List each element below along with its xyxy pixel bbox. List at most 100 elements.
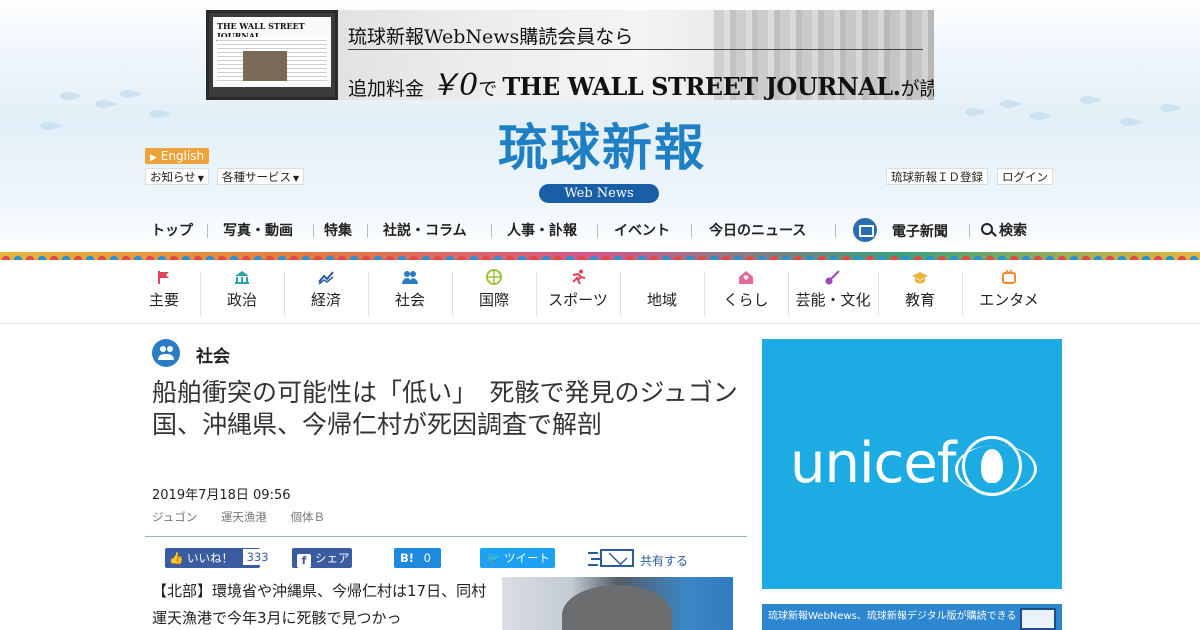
hatena-count: 0 bbox=[423, 551, 431, 565]
graduation-cap-icon bbox=[912, 272, 928, 284]
register-id-button[interactable]: 琉球新報ＩＤ登録 bbox=[886, 168, 988, 185]
tv-icon bbox=[1002, 269, 1016, 284]
article-headline: 船舶衝突の可能性は「低い」 死骸で発見のジュゴン 国、沖縄県、今帰仁村が死因調査… bbox=[152, 378, 763, 439]
category-item[interactable]: 政治 bbox=[200, 260, 284, 324]
article-date: 2019年7月18日 09:56 bbox=[152, 488, 291, 503]
search-icon bbox=[981, 223, 993, 235]
nav-item-editorials[interactable]: 社説・コラム bbox=[383, 220, 467, 240]
flag-icon bbox=[158, 271, 169, 284]
notices-dropdown[interactable]: お知らせ ▼ bbox=[145, 168, 209, 185]
category-bar: 主要 政治 経済 社会 国際 スポーツ 地域 くらし 芸能・文化 教育 エンタメ bbox=[0, 260, 1200, 324]
category-item[interactable]: 経済 bbox=[284, 260, 368, 324]
tag-link[interactable]: 個体Ｂ bbox=[291, 510, 326, 524]
facebook-share-button[interactable]: f シェア bbox=[292, 548, 352, 568]
unicef-ad[interactable]: unicef bbox=[762, 339, 1062, 589]
category-divider bbox=[284, 272, 285, 316]
nav-item-events[interactable]: イベント bbox=[614, 220, 670, 240]
category-item[interactable]: 社会 bbox=[368, 260, 452, 324]
laptop-image: THE WALL STREET JOURNAL. bbox=[206, 10, 338, 100]
category-label: 政治 bbox=[226, 291, 257, 309]
category-item[interactable]: 教育 bbox=[878, 260, 962, 324]
english-button[interactable]: ▶ English bbox=[145, 148, 210, 164]
category-item[interactable]: 地域 bbox=[620, 260, 704, 324]
category-label: 主要 bbox=[148, 291, 179, 309]
hatena-icon: B! bbox=[400, 551, 415, 565]
caret-down-icon: ▼ bbox=[197, 174, 204, 183]
category-label: 経済 bbox=[310, 291, 341, 309]
category-divider bbox=[536, 272, 537, 316]
main-navigation: トップ 写真・動画 特集 社説・コラム 人事・訃報 イベント 今日のニュース 電… bbox=[145, 214, 1055, 248]
article-photo[interactable] bbox=[502, 577, 733, 630]
article-body: 【北部】環境省や沖縄県、今帰仁村は17日、同村運天漁港で今年3月に死骸で見つかっ bbox=[152, 582, 487, 627]
hatena-bookmark-button[interactable]: B! 0 bbox=[394, 548, 441, 568]
envelope-icon bbox=[600, 549, 634, 567]
fish-decoration bbox=[965, 108, 987, 116]
chart-icon bbox=[318, 271, 334, 285]
sanshin-icon bbox=[825, 270, 840, 285]
fish-decoration bbox=[150, 110, 172, 118]
fish-decoration bbox=[1000, 100, 1022, 108]
wsj-banner-ad[interactable]: THE WALL STREET JOURNAL. 琉球新報WebNews購読会員… bbox=[206, 10, 934, 100]
nav-item-todays-news[interactable]: 今日のニュース bbox=[709, 220, 806, 240]
fish-decoration bbox=[40, 122, 62, 130]
site-logo[interactable]: 琉球新報 bbox=[452, 118, 752, 178]
divider bbox=[145, 536, 747, 537]
category-item[interactable]: スポーツ bbox=[536, 260, 620, 324]
category-label: 教育 bbox=[904, 291, 935, 309]
category-item[interactable]: くらし bbox=[704, 260, 788, 324]
login-button[interactable]: ログイン bbox=[997, 168, 1053, 185]
nav-item-photo-video[interactable]: 写真・動画 bbox=[223, 220, 293, 240]
services-dropdown[interactable]: 各種サービス ▼ bbox=[217, 168, 305, 185]
nav-item-features[interactable]: 特集 bbox=[324, 220, 352, 240]
like-count: 333 bbox=[242, 549, 273, 565]
article-tags: ジュゴン 運天漁港 個体Ｂ bbox=[152, 509, 345, 525]
decorative-wave-strip bbox=[0, 252, 1200, 260]
parliament-icon bbox=[235, 271, 249, 284]
fish-decoration bbox=[95, 100, 117, 108]
banner-headline: 琉球新報WebNews購読会員なら bbox=[348, 26, 634, 48]
tweet-button[interactable]: 🐦 ツイート bbox=[480, 548, 555, 568]
section-label[interactable]: 社会 bbox=[196, 342, 230, 367]
category-label: 地域 bbox=[646, 291, 677, 309]
nav-item-digital-edition[interactable]: 電子新聞 bbox=[853, 218, 948, 244]
globe-icon bbox=[486, 269, 502, 285]
nav-item-top[interactable]: トップ bbox=[151, 220, 193, 240]
mail-share-button[interactable] bbox=[588, 546, 636, 570]
digital-edition-promo[interactable]: 琉球新報WebNews、琉球新報デジタル版が購読できる bbox=[762, 604, 1062, 630]
fish-decoration bbox=[1120, 118, 1142, 126]
fish-decoration bbox=[60, 92, 82, 100]
category-divider bbox=[368, 272, 369, 316]
logo-subtitle: Web News bbox=[539, 184, 659, 203]
pin-icon bbox=[660, 273, 664, 277]
category-divider bbox=[200, 272, 201, 316]
house-icon bbox=[739, 271, 753, 284]
facebook-like-button[interactable]: 👍 いいね！ 333 bbox=[165, 548, 273, 568]
fish-decoration bbox=[1160, 104, 1182, 112]
people-icon bbox=[152, 339, 180, 367]
unicef-wordmark: unicef bbox=[790, 431, 956, 496]
category-divider bbox=[788, 272, 789, 316]
banner-rule bbox=[348, 49, 923, 50]
share-label[interactable]: 共有する bbox=[640, 552, 688, 569]
nav-item-personnel[interactable]: 人事・訃報 bbox=[507, 220, 577, 240]
facebook-icon: f bbox=[297, 554, 311, 568]
tag-link[interactable]: ジュゴン bbox=[152, 510, 197, 524]
category-label: 芸能・文化 bbox=[795, 291, 871, 309]
category-divider bbox=[704, 272, 705, 316]
category-label: 社会 bbox=[394, 291, 425, 309]
nav-item-search[interactable]: 検索 bbox=[981, 220, 1027, 240]
fish-decoration bbox=[1030, 112, 1052, 120]
monitor-icon bbox=[853, 218, 877, 242]
category-label: スポーツ bbox=[548, 291, 608, 309]
category-item[interactable]: 国際 bbox=[452, 260, 536, 324]
tag-link[interactable]: 運天漁港 bbox=[221, 510, 267, 524]
people-icon bbox=[402, 271, 418, 284]
thumbs-up-icon: 👍 bbox=[169, 551, 184, 565]
category-item[interactable]: 主要 bbox=[141, 260, 187, 324]
caret-down-icon: ▼ bbox=[293, 174, 300, 183]
computer-icon bbox=[1020, 608, 1056, 630]
category-divider bbox=[878, 272, 879, 316]
play-icon: ▶ bbox=[150, 153, 157, 163]
category-item[interactable]: 芸能・文化 bbox=[788, 260, 878, 324]
category-item[interactable]: エンタメ bbox=[962, 260, 1056, 324]
